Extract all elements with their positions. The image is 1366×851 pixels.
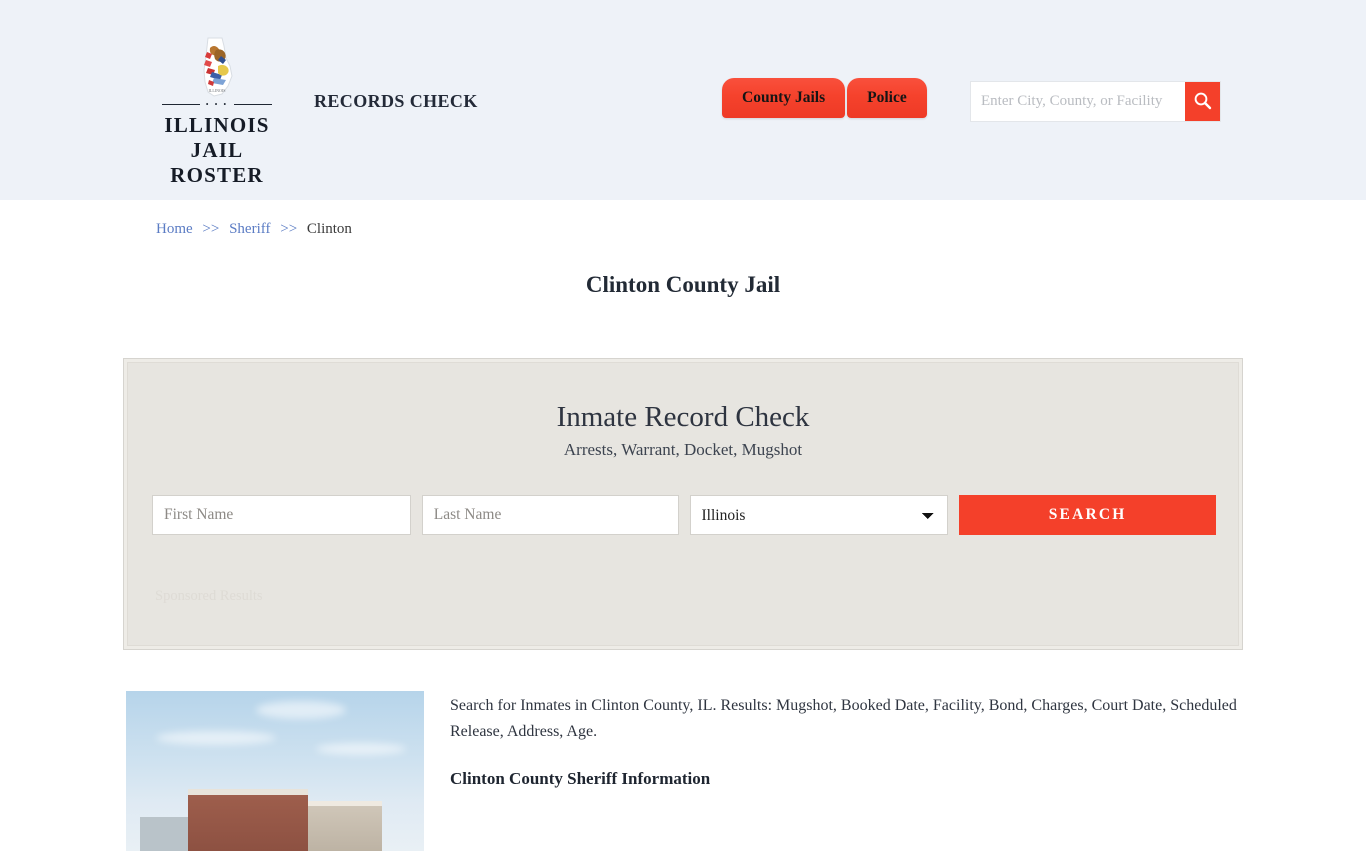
facility-description: Search for Inmates in Clinton County, IL… <box>450 697 1237 740</box>
search-icon <box>1193 91 1212 113</box>
state-select[interactable]: Illinois <box>689 495 949 535</box>
logo-line-1: ILLINOIS <box>164 113 270 137</box>
breadcrumb-item-current: Clinton <box>306 221 352 237</box>
search-button[interactable]: SEARCH <box>959 495 1216 535</box>
panel-subheading: Arrests, Warrant, Docket, Mugshot <box>563 440 803 459</box>
header-search-button[interactable] <box>1185 82 1220 121</box>
site-tagline: RECORDS CHECK <box>314 91 478 111</box>
panel-heading: Inmate Record Check <box>556 401 810 433</box>
breadcrumb-item-home[interactable]: Home <box>156 221 193 237</box>
facility-content: Search for Inmates in Clinton County, IL… <box>126 691 1246 851</box>
header-search-input[interactable] <box>971 82 1185 121</box>
facility-photo <box>126 691 424 851</box>
sheriff-info-heading: Clinton County Sheriff Information <box>450 768 711 788</box>
header-search <box>970 81 1221 122</box>
breadcrumb-separator: >> <box>202 221 220 237</box>
nav-police[interactable]: Police <box>847 78 927 118</box>
site-logo[interactable]: ILLINOIS • • • ILLINOIS JAIL ROSTER <box>151 36 283 187</box>
breadcrumb-separator: >> <box>280 221 298 237</box>
record-search-form: Illinois SEARCH <box>152 495 1216 535</box>
illinois-state-outline-flag-icon: ILLINOIS <box>188 36 246 98</box>
site-header: ILLINOIS • • • ILLINOIS JAIL ROSTER RECO… <box>0 0 1366 200</box>
logo-line-2: JAIL ROSTER <box>170 137 264 187</box>
primary-nav: County Jails Police <box>722 78 927 118</box>
svg-text:ILLINOIS: ILLINOIS <box>209 88 226 93</box>
page-title: Clinton County Jail <box>585 272 781 297</box>
nav-county-jails[interactable]: County Jails <box>722 78 846 118</box>
logo-divider: • • • <box>158 100 276 110</box>
breadcrumb-item-sheriff[interactable]: Sheriff <box>229 221 270 237</box>
breadcrumb: Home >> Sheriff >> Clinton <box>156 221 352 238</box>
sponsored-results-label: Sponsored Results <box>155 588 263 604</box>
last-name-input[interactable] <box>421 495 679 535</box>
first-name-input[interactable] <box>152 495 411 535</box>
inmate-record-check-panel: Inmate Record Check Arrests, Warrant, Do… <box>123 358 1243 650</box>
